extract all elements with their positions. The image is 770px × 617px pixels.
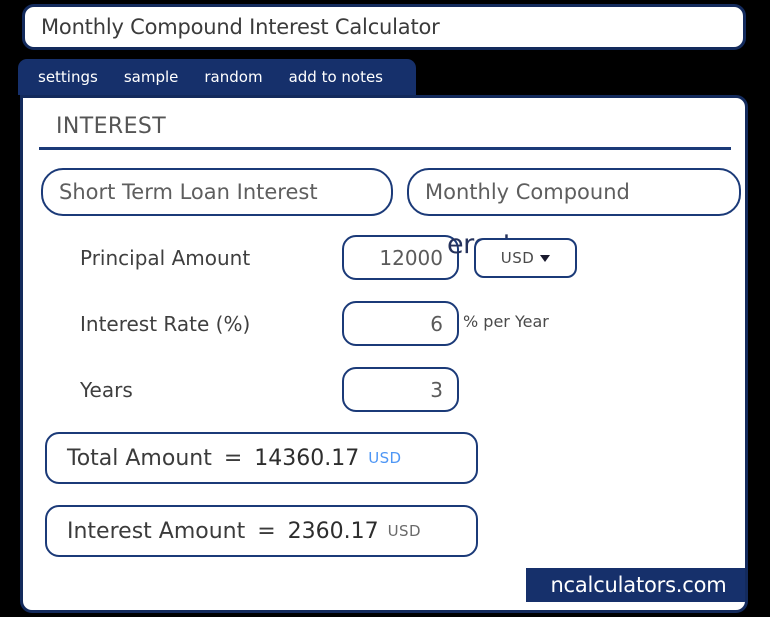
years-label: Years	[80, 378, 133, 402]
currency-select[interactable]: USD	[474, 238, 577, 278]
interest-rate-value: 6	[430, 311, 443, 336]
tab-add-to-notes[interactable]: add to notes	[289, 69, 383, 85]
interest-amount-currency: USD	[387, 522, 421, 540]
tab-settings[interactable]: settings	[38, 69, 98, 85]
chevron-down-icon	[540, 254, 551, 262]
years-input[interactable]: 3	[342, 367, 459, 412]
section-heading-label: INTEREST	[56, 114, 167, 139]
calculator-card: INTEREST Short Term Loan Interest Monthl…	[20, 95, 748, 613]
interest-rate-label: Interest Rate (%)	[80, 312, 251, 336]
window-title-bar: Monthly Compound Interest Calculator	[22, 4, 746, 50]
calculation-type-value: Short Term Loan Interest	[59, 180, 318, 204]
total-amount-result: Total Amount = 14360.17 USD	[45, 432, 478, 484]
interest-amount-result: Interest Amount = 2360.17 USD	[45, 505, 478, 557]
site-watermark: ncalculators.com	[526, 568, 745, 602]
interest-amount-equals: =	[257, 518, 276, 544]
tab-bar: settings sample random add to notes	[18, 59, 416, 95]
tab-random[interactable]: random	[204, 69, 262, 85]
total-amount-label: Total Amount	[67, 445, 212, 471]
site-watermark-label: ncalculators.com	[550, 573, 727, 597]
total-amount-equals: =	[223, 445, 243, 471]
total-amount-currency: USD	[368, 449, 402, 467]
principal-amount-value: 12000	[379, 245, 443, 270]
tab-sample[interactable]: sample	[124, 69, 179, 85]
calculation-type-select[interactable]: Short Term Loan Interest	[41, 168, 393, 216]
section-header: INTEREST	[39, 106, 731, 150]
compound-frequency-select[interactable]: Monthly Compound	[407, 168, 741, 216]
interest-amount-value: 2360.17	[287, 518, 379, 544]
years-value: 3	[430, 377, 443, 402]
page-title: Monthly Compound Interest Calculator	[41, 15, 440, 39]
compound-frequency-value: Monthly Compound	[425, 180, 630, 204]
interest-rate-input[interactable]: 6	[342, 301, 459, 346]
principal-amount-input[interactable]: 12000	[342, 235, 459, 280]
total-amount-value: 14360.17	[254, 445, 360, 471]
principal-amount-label: Principal Amount	[80, 246, 251, 270]
currency-select-value: USD	[500, 249, 535, 267]
interest-rate-suffix: % per Year	[463, 312, 549, 331]
interest-amount-label: Interest Amount	[67, 518, 246, 544]
